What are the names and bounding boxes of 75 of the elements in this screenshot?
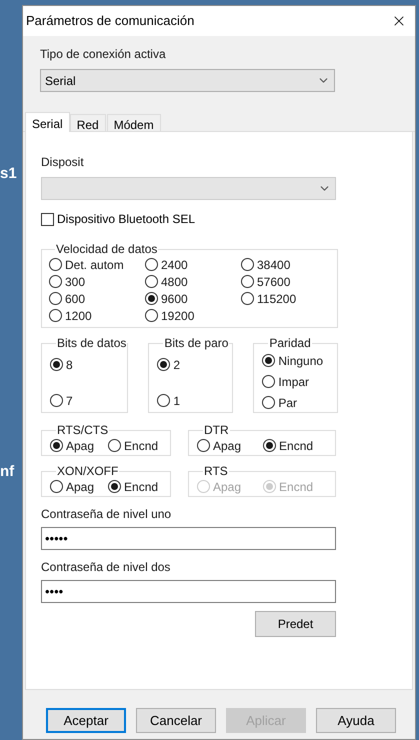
dialog-button[interactable]: Aceptar	[46, 708, 126, 733]
radio-button[interactable]	[50, 480, 63, 493]
group-title: Velocidad de datos	[55, 242, 158, 256]
background-text: s1	[0, 164, 18, 184]
radio-button[interactable]	[145, 258, 158, 271]
radio-option[interactable]: Apag	[50, 437, 94, 454]
radio-option[interactable]: 1	[157, 392, 232, 409]
tab[interactable]: Red	[70, 114, 106, 131]
radio-button[interactable]	[49, 258, 62, 271]
radio-option[interactable]: Det. autom	[49, 256, 145, 273]
radio-option[interactable]: Ninguno	[262, 352, 338, 369]
radio-option[interactable]: 600	[49, 290, 145, 307]
radio-option[interactable]: Impar	[262, 373, 338, 390]
radio-button[interactable]	[197, 439, 210, 452]
group-title: Bits de datos	[56, 336, 128, 350]
radio-option[interactable]: 8	[50, 356, 128, 373]
radio-option[interactable]: 19200	[145, 307, 241, 324]
radio-button[interactable]	[108, 439, 122, 452]
checkbox[interactable]	[41, 212, 54, 226]
radio-option[interactable]: 9600	[145, 290, 241, 307]
radio-button[interactable]	[50, 358, 63, 371]
radio-option[interactable]: 1200	[49, 307, 145, 324]
radio-button[interactable]	[145, 275, 158, 288]
radio-option[interactable]: Encnd	[108, 478, 158, 495]
field-label: Disposit	[41, 154, 85, 171]
group-title: RTS/CTS	[56, 423, 110, 437]
radio-option[interactable]: 300	[49, 273, 145, 290]
password-field[interactable]: ••••	[41, 580, 336, 603]
radio-button[interactable]	[262, 354, 276, 367]
field-label: Contraseña de nivel uno	[41, 506, 172, 523]
radio-button[interactable]	[145, 292, 158, 305]
radio-button[interactable]	[262, 375, 276, 388]
dialog-button[interactable]: Cancelar	[136, 708, 216, 733]
password-field[interactable]: •••••	[41, 527, 336, 550]
radio-button[interactable]	[263, 439, 276, 452]
radio-option[interactable]: Apag	[50, 478, 94, 495]
field-label: Tipo de conexión activa	[40, 46, 167, 63]
bluetooth-checkbox[interactable]: Dispositivo Bluetooth SEL	[41, 210, 397, 228]
radio-button[interactable]	[49, 292, 62, 305]
group-title: DTR	[203, 423, 230, 437]
radio-option[interactable]: Par	[262, 394, 338, 411]
radio-button[interactable]	[50, 394, 63, 407]
radio-button[interactable]	[49, 275, 62, 288]
radio-button[interactable]	[157, 394, 170, 407]
radio-option[interactable]: 38400	[241, 256, 337, 273]
group-title: Paridad	[268, 336, 312, 350]
radio-button[interactable]	[157, 358, 170, 371]
group-title: RTS	[203, 464, 229, 478]
radio-option[interactable]: 7	[50, 392, 128, 409]
background-text: nf	[0, 462, 16, 482]
radio-button[interactable]	[108, 480, 122, 493]
radio-option[interactable]: Encnd	[263, 437, 314, 454]
radio-button[interactable]	[262, 396, 276, 409]
radio-option[interactable]: 4800	[145, 273, 241, 290]
radio-option[interactable]: Encnd	[108, 437, 158, 454]
connection-type-dropdown[interactable]: Serial	[40, 69, 335, 92]
radio-button[interactable]	[241, 292, 254, 305]
radio-option[interactable]: 115200	[241, 290, 337, 307]
radio-button[interactable]	[145, 309, 158, 322]
radio-button[interactable]	[49, 309, 62, 322]
radio-option[interactable]: 2	[157, 356, 232, 373]
tab[interactable]: Módem	[106, 114, 161, 131]
radio-button[interactable]	[241, 275, 254, 288]
group-title: XON/XOFF	[56, 464, 120, 478]
group-title: Bits de paro	[163, 336, 230, 350]
tab[interactable]: Serial	[25, 112, 70, 132]
radio-option[interactable]: 57600	[241, 273, 337, 290]
radio-option[interactable]: 2400	[145, 256, 241, 273]
radio-button[interactable]	[50, 439, 63, 452]
radio-option[interactable]: Apag	[197, 437, 242, 454]
dialog-button[interactable]: Ayuda	[316, 708, 396, 733]
radio-button[interactable]	[241, 258, 254, 271]
window-title: Parámetros de comunicación	[26, 12, 194, 30]
defaults-button[interactable]: Predet	[255, 611, 336, 637]
field-label: Contraseña de nivel dos	[41, 559, 172, 576]
